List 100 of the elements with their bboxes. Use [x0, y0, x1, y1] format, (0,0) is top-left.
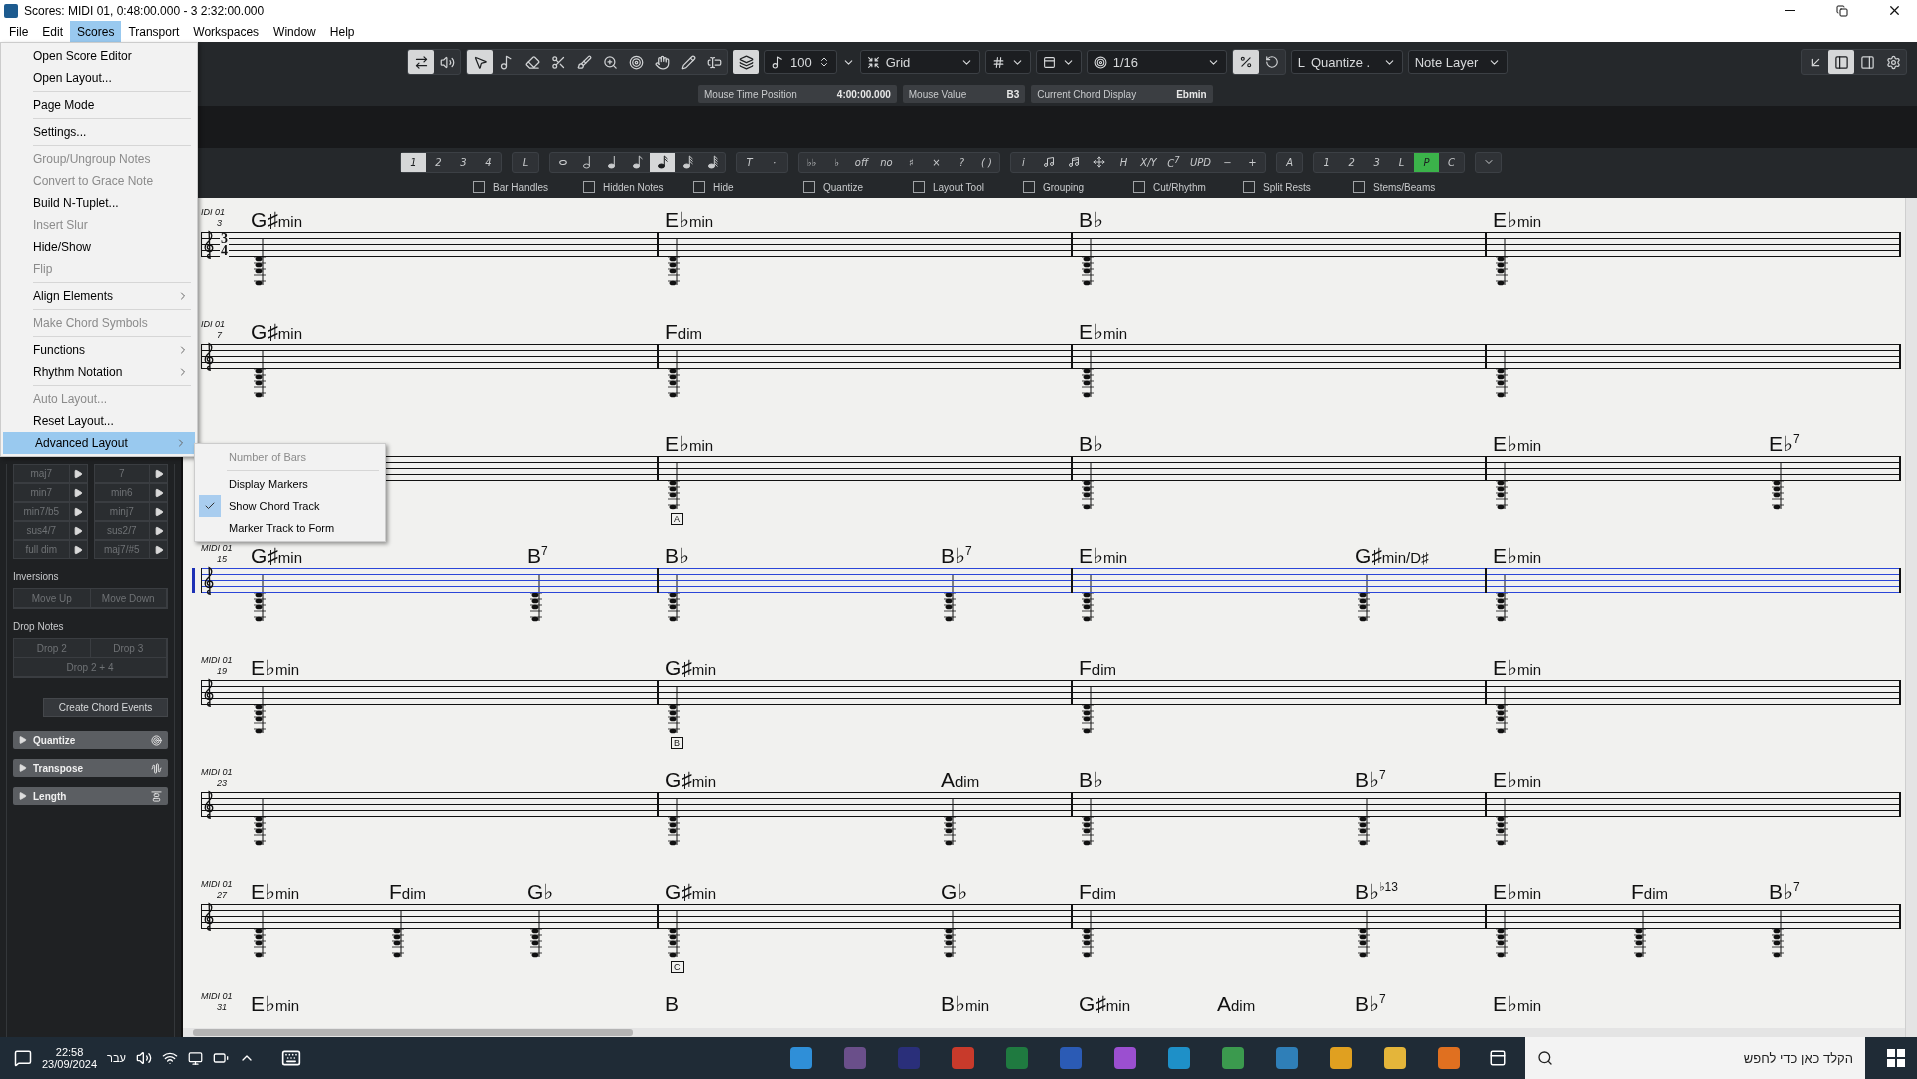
- menu-item[interactable]: Workspaces: [186, 21, 267, 42]
- tempo-field[interactable]: 100: [764, 50, 837, 74]
- checkbox[interactable]: [583, 181, 595, 193]
- monitor-icon[interactable]: [187, 1050, 203, 1066]
- view-dropdown[interactable]: [1035, 50, 1082, 74]
- quantize-dropdown[interactable]: 1/16: [1086, 50, 1227, 74]
- symbol-button[interactable]: A: [1277, 152, 1303, 172]
- symbol-button[interactable]: P: [1414, 152, 1440, 172]
- symbol-button[interactable]: 1: [401, 152, 426, 172]
- create-chord-events-button[interactable]: Create Chord Events: [43, 698, 168, 717]
- checkbox[interactable]: [1243, 181, 1255, 193]
- symbol-button[interactable]: C$^{7}$: [1161, 152, 1186, 172]
- snap-dropdown[interactable]: Grid: [859, 50, 980, 74]
- symbol-button[interactable]: ?: [949, 152, 974, 172]
- left-panel-tool-button[interactable]: [1828, 50, 1854, 74]
- menu-entry[interactable]: Advanced Layout: [3, 432, 195, 454]
- layers-button[interactable]: [733, 50, 759, 74]
- quantize-mode-dropdown[interactable]: L Quantize .: [1290, 50, 1403, 74]
- symbol-button[interactable]: 3: [451, 152, 476, 172]
- symbol-button[interactable]: ( ): [974, 152, 999, 172]
- menu-entry[interactable]: Show Chord Track: [195, 495, 385, 517]
- symbol-button[interactable]: ♭: [824, 152, 849, 172]
- checkbox[interactable]: [1133, 181, 1145, 193]
- task-view-icon[interactable]: [1489, 1049, 1507, 1067]
- symbol-button[interactable]: no: [874, 152, 899, 172]
- symbol-button[interactable]: T: [737, 152, 762, 172]
- scrollbar-thumb[interactable]: [193, 1029, 633, 1036]
- menu-item[interactable]: Scores: [70, 21, 122, 42]
- menu-entry[interactable]: Open Layout...: [1, 67, 197, 89]
- menu-entry[interactable]: Hide/Show: [1, 236, 197, 258]
- section-header[interactable]: Length: [13, 787, 168, 805]
- checkbox-label: Stems/Beams: [1373, 181, 1436, 193]
- symbol-button[interactable]: −: [1215, 152, 1241, 172]
- menu-entry[interactable]: Functions: [1, 339, 197, 361]
- search-field[interactable]: הקלד כאן כדי לחפש: [1525, 1037, 1865, 1079]
- menu-entry[interactable]: Build N-Tuplet...: [1, 192, 197, 214]
- language-indicator[interactable]: עבר: [107, 1052, 126, 1064]
- symbol-button[interactable]: C: [1439, 152, 1465, 172]
- menu-entry[interactable]: Display Markers: [195, 473, 385, 495]
- symbol-button[interactable]: 2: [426, 152, 451, 172]
- checkbox[interactable]: [1023, 181, 1035, 193]
- scrollbar[interactable]: [1905, 198, 1917, 1037]
- symbol-button[interactable]: L: [513, 152, 538, 172]
- symbol-button[interactable]: ×: [924, 152, 949, 172]
- symbol-button[interactable]: H: [1111, 152, 1136, 172]
- wifi-icon[interactable]: [161, 1050, 178, 1066]
- layer-dropdown[interactable]: Note Layer: [1407, 50, 1508, 74]
- menu-item[interactable]: Edit: [35, 21, 71, 42]
- checkbox[interactable]: [693, 181, 705, 193]
- menu-item[interactable]: Window: [266, 21, 323, 42]
- menu-entry[interactable]: Page Mode: [1, 94, 197, 116]
- symbol-button[interactable]: 2: [1339, 152, 1365, 172]
- zoom-icon: [602, 54, 618, 70]
- app-icon: [952, 1047, 974, 1069]
- symbol-button[interactable]: +: [1240, 152, 1266, 172]
- battery-icon[interactable]: [212, 1050, 229, 1066]
- keyboard-icon[interactable]: [280, 1048, 301, 1068]
- symbol-icon-button[interactable]: [650, 152, 675, 172]
- chord-symbol: E♭min: [1078, 544, 1128, 567]
- percent-button[interactable]: [1232, 50, 1259, 74]
- section-header[interactable]: Quantize: [13, 731, 168, 749]
- bar-number: 7: [216, 331, 223, 340]
- symbol-button[interactable]: L: [1389, 152, 1415, 172]
- speaker-icon[interactable]: [135, 1050, 152, 1066]
- grid-dropdown[interactable]: [984, 50, 1031, 74]
- section-header[interactable]: Transpose: [13, 759, 168, 777]
- pointer-tool-button[interactable]: [467, 50, 493, 74]
- menu-entry[interactable]: Rhythm Notation: [1, 361, 197, 383]
- menu-item[interactable]: File: [2, 21, 36, 42]
- symbol-button[interactable]: i: [1011, 152, 1036, 172]
- chord-symbol: G♯min: [1078, 992, 1130, 1015]
- symbol-button[interactable]: 3: [1364, 152, 1390, 172]
- chord-symbol: E♭min: [1492, 208, 1542, 231]
- menu-item[interactable]: Help: [322, 21, 362, 42]
- menu-entry[interactable]: Settings...: [1, 121, 197, 143]
- symbol-button[interactable]: X/Y: [1136, 152, 1161, 172]
- checkbox[interactable]: [803, 181, 815, 193]
- menu-entry[interactable]: Marker Track to Form: [195, 517, 385, 539]
- symbol-button[interactable]: off: [849, 152, 874, 172]
- symbol-button[interactable]: ♭♭: [799, 152, 824, 172]
- notification-button[interactable]: [14, 1049, 32, 1067]
- symbol-button[interactable]: UPD: [1186, 152, 1216, 172]
- symbol-button[interactable]: ·: [762, 152, 787, 172]
- symbol-button[interactable]: 4: [476, 152, 501, 172]
- checkbox[interactable]: [473, 181, 485, 193]
- note-icon: [707, 155, 718, 169]
- scrollbar[interactable]: [183, 1028, 1905, 1037]
- symbol-button[interactable]: ♯: [899, 152, 924, 172]
- clock[interactable]: 22:58 23/09/2024: [42, 1046, 98, 1070]
- chord-symbol: B♭min: [940, 992, 990, 1015]
- menu-item[interactable]: Transport: [121, 21, 187, 42]
- pencil-icon: [680, 54, 696, 70]
- checkbox[interactable]: [1353, 181, 1365, 193]
- menu-entry[interactable]: Align Elements: [1, 285, 197, 307]
- checkbox[interactable]: [913, 181, 925, 193]
- menu-entry[interactable]: Reset Layout...: [1, 410, 197, 432]
- app-icon: [1438, 1047, 1460, 1069]
- menu-entry[interactable]: Open Score Editor: [1, 45, 197, 67]
- symbol-button[interactable]: 1: [1314, 152, 1340, 172]
- arrows-tool-button[interactable]: [408, 50, 434, 74]
